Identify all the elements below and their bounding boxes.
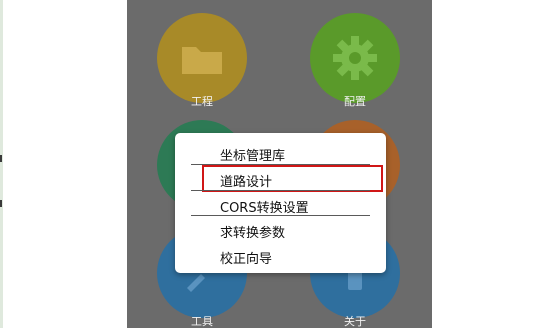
folder-icon bbox=[182, 47, 222, 74]
highlight-box bbox=[202, 165, 383, 192]
edge-mark bbox=[0, 155, 2, 162]
tile-config-label: 配置 bbox=[344, 95, 366, 108]
tile-project[interactable] bbox=[157, 13, 247, 103]
tile-tools-label: 工具 bbox=[191, 315, 213, 328]
tile-project-label: 工程 bbox=[191, 95, 213, 108]
popup-menu: 坐标管理库 道路设计 CORS转换设置 求转换参数 校正向导 bbox=[175, 133, 386, 273]
menu-divider bbox=[191, 215, 370, 216]
menu-item-compute-parameters[interactable]: 求转换参数 bbox=[220, 222, 285, 241]
tile-config[interactable] bbox=[310, 13, 400, 103]
menu-divider bbox=[191, 190, 370, 191]
menu-item-cors-settings[interactable]: CORS转换设置 bbox=[220, 197, 309, 216]
tile-about-label: 关于 bbox=[344, 315, 366, 328]
edge-mark bbox=[0, 200, 2, 207]
gear-icon bbox=[333, 36, 377, 80]
menu-item-calibration-wizard[interactable]: 校正向导 bbox=[220, 248, 272, 267]
menu-item-coordinate-library[interactable]: 坐标管理库 bbox=[220, 145, 285, 164]
left-edge-strip bbox=[0, 0, 3, 328]
